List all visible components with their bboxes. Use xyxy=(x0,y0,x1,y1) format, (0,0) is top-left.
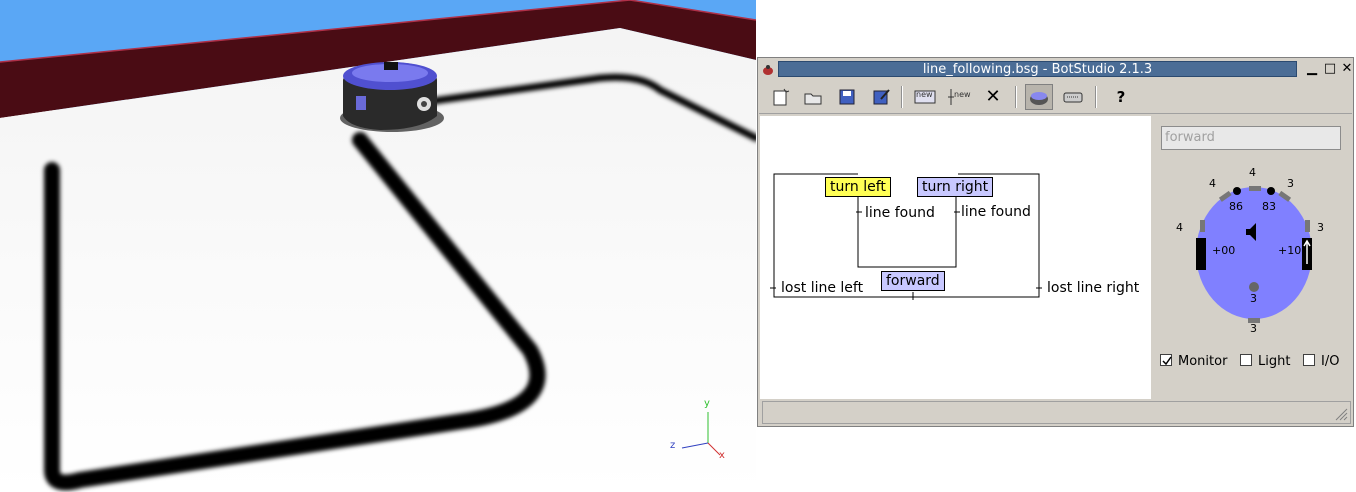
monitor-label: Monitor xyxy=(1178,354,1228,369)
toolbar-separator xyxy=(1095,86,1097,108)
transition-lost-line-right[interactable]: lost line right xyxy=(1047,280,1139,296)
status-bar xyxy=(762,401,1351,424)
sensor-right-value: 3 xyxy=(1317,221,1324,234)
state-turn-right[interactable]: turn right xyxy=(917,177,994,197)
robot-sensor-diagram xyxy=(1196,186,1312,323)
sensor-bottom-value: 3 xyxy=(1250,322,1257,335)
keyboard-icon xyxy=(1063,92,1083,103)
toolbar-separator xyxy=(901,86,903,108)
open-file-icon xyxy=(804,93,822,105)
open-button[interactable] xyxy=(799,84,827,110)
window-title: line_following.bsg - BotStudio 2.1.3 xyxy=(778,61,1297,77)
ground-right-value: 83 xyxy=(1262,200,1276,213)
axis-label-y: y xyxy=(704,398,710,409)
delete-button[interactable]: ✕ xyxy=(979,84,1007,110)
motor-right-value: +10 xyxy=(1278,244,1302,257)
state-forward[interactable]: forward xyxy=(881,271,945,291)
save-as-icon xyxy=(873,89,890,105)
io-checkbox-box[interactable] xyxy=(1303,354,1315,366)
scene-graphic xyxy=(0,0,756,492)
minimize-button[interactable]: ▁ xyxy=(1304,61,1320,77)
sensor-top-left-value: 4 xyxy=(1209,177,1216,190)
light-checkbox-box[interactable] xyxy=(1240,354,1252,366)
new-state-button[interactable]: new xyxy=(911,84,939,110)
close-button[interactable]: ✕ xyxy=(1339,61,1355,77)
transition-lost-line-left[interactable]: lost line left xyxy=(781,280,863,296)
toolbar-separator xyxy=(1015,86,1017,108)
new-file-button[interactable] xyxy=(767,84,795,110)
robot-icon xyxy=(1030,92,1048,105)
new-document-icon xyxy=(773,88,790,106)
sensor-left-value: 4 xyxy=(1176,221,1183,234)
light-checkbox[interactable]: Light xyxy=(1240,354,1290,369)
new-transition-label: new xyxy=(954,90,971,99)
new-transition-button[interactable]: new xyxy=(945,84,973,110)
transition-line-found-left[interactable]: line found xyxy=(865,205,935,221)
botstudio-window: line_following.bsg - BotStudio 2.1.3 ▁ □… xyxy=(757,57,1354,427)
toolbar: new new ✕ ? xyxy=(759,80,1352,114)
state-turn-left[interactable]: turn left xyxy=(825,177,891,197)
state-machine-canvas[interactable]: turn left turn right forward line found … xyxy=(760,116,1151,399)
title-bar[interactable]: line_following.bsg - BotStudio 2.1.3 ▁ □… xyxy=(759,59,1352,79)
app-menu-icon[interactable] xyxy=(761,62,775,76)
monitor-checkbox-box[interactable] xyxy=(1160,354,1172,366)
transition-line-found-right[interactable]: line found xyxy=(961,204,1031,220)
resize-grip-icon[interactable] xyxy=(1334,407,1348,421)
maximize-button[interactable]: □ xyxy=(1322,61,1338,77)
motor-left-value: +00 xyxy=(1212,244,1236,257)
save-icon xyxy=(839,89,855,105)
keyboard-button[interactable] xyxy=(1059,84,1087,110)
check-icon xyxy=(1162,356,1172,366)
light-label: Light xyxy=(1258,354,1291,369)
sensor-top-right-value: 3 xyxy=(1287,177,1294,190)
axis-label-x: x xyxy=(719,450,725,461)
new-state-label: new xyxy=(916,90,933,99)
robot-panel: forward 4 4 3 86 83 4 3 +00 +10 3 3 Moni… xyxy=(1153,116,1353,399)
save-as-button[interactable] xyxy=(867,84,895,110)
save-button[interactable] xyxy=(833,84,861,110)
io-label: I/O xyxy=(1321,354,1340,369)
thymio-robot xyxy=(340,62,444,132)
help-button[interactable]: ? xyxy=(1107,84,1135,110)
axis-label-z: z xyxy=(670,440,676,451)
monitor-checkbox[interactable]: Monitor xyxy=(1160,354,1227,369)
center-value: 3 xyxy=(1250,292,1257,305)
simulation-3d-view[interactable]: y z x xyxy=(0,0,756,492)
sensor-top-value: 4 xyxy=(1249,166,1256,179)
robot-view-button[interactable] xyxy=(1025,84,1053,110)
io-checkbox[interactable]: I/O xyxy=(1303,354,1339,369)
transition-lines xyxy=(770,173,1042,300)
command-input[interactable]: forward xyxy=(1161,126,1341,150)
ground-left-value: 86 xyxy=(1229,200,1243,213)
